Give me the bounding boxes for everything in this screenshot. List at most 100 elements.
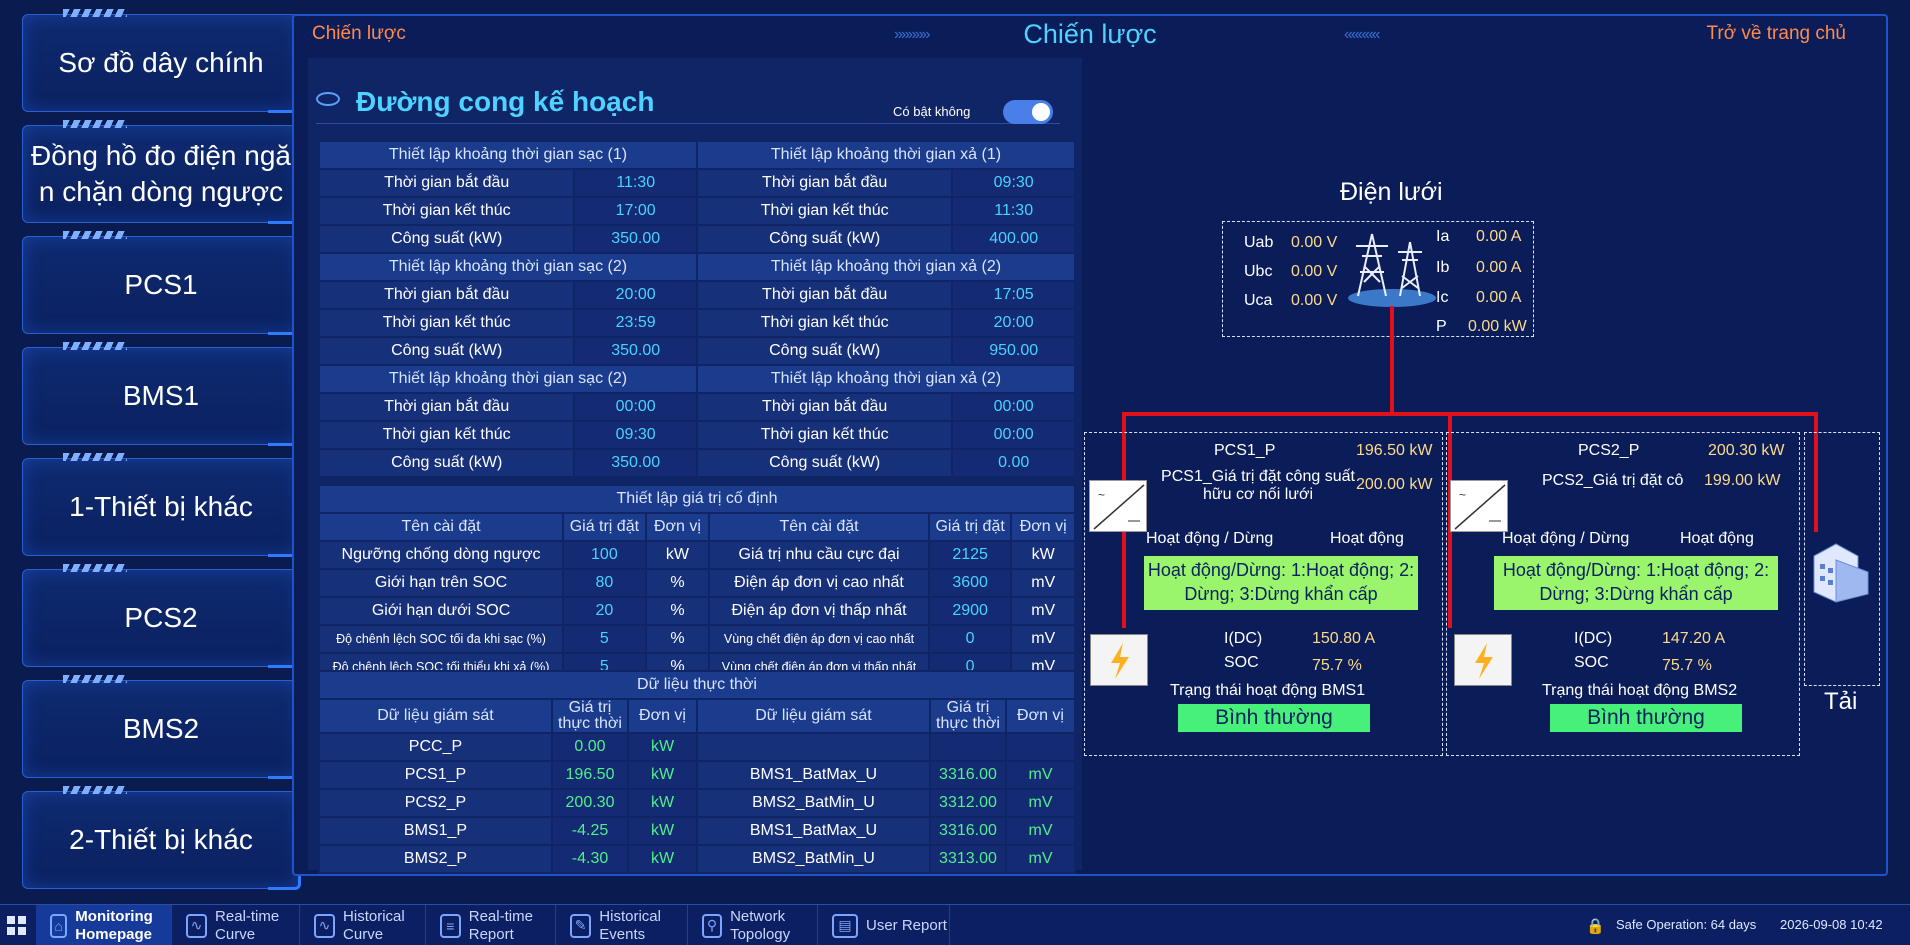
schedule-label: Công suất (kW) xyxy=(317,336,576,366)
schedule-label: Công suất (kW) xyxy=(695,336,954,366)
monitor-unit: kW xyxy=(627,844,698,874)
schedule-value-field[interactable]: 17:00 xyxy=(573,196,698,226)
schedule-value-field[interactable]: 23:59 xyxy=(573,308,698,338)
svg-text:~: ~ xyxy=(1459,488,1466,502)
schedule-value-field[interactable]: 11:30 xyxy=(573,168,698,198)
pcs2-p-label: PCS2_P xyxy=(1578,442,1640,459)
schedule-value-field[interactable]: 950.00 xyxy=(951,336,1076,366)
schedule-label: Thời gian kết thúc xyxy=(695,420,954,450)
setting-value-field[interactable]: 3600 xyxy=(927,568,1013,598)
nav-device1-other[interactable]: 1-Thiết bị khác xyxy=(22,453,301,557)
enable-toggle[interactable] xyxy=(1003,100,1053,124)
setting-name: Vùng chết điện áp đơn vị cao nhất xyxy=(708,624,930,654)
column-header: Giá trị thực thời xyxy=(928,698,1008,734)
schedule-value-field[interactable]: 0.00 xyxy=(951,448,1076,478)
pcs2-set-label: PCS2_Giá trị đặt cô xyxy=(1542,472,1684,489)
sidebar: Sơ đồ dây chính Đồng hồ đo điện ngă n ch… xyxy=(14,9,301,894)
toggle-knob xyxy=(1032,103,1050,121)
setting-value-field[interactable]: 80 xyxy=(562,568,647,598)
monitor-unit: mV xyxy=(1005,788,1076,818)
setting-value-field[interactable]: 100 xyxy=(562,540,647,570)
pcs2-run-value: Hoạt động xyxy=(1680,530,1754,547)
monitor-value: 196.50 xyxy=(550,760,630,790)
schedule-value-field[interactable]: 11:30 xyxy=(951,196,1076,226)
setting-unit: kW xyxy=(1010,540,1076,570)
tab-realtime-report[interactable]: ≡ Real-time Report xyxy=(426,905,556,945)
schedule-label: Công suất (kW) xyxy=(317,448,576,478)
schedule-block-header: Thiết lập khoảng thời gian sạc (1) Thiết … xyxy=(318,140,1077,170)
ubc-label: Ubc xyxy=(1244,263,1273,280)
lock-icon: 🔒 xyxy=(1586,918,1605,935)
monitor-value: 3316.00 xyxy=(928,760,1008,790)
fixed-settings-title: Thiết lập giá trị cố định xyxy=(318,484,1076,514)
monitor-name: BMS2_BatMin_U xyxy=(695,844,931,874)
setting-value-field[interactable]: 0 xyxy=(927,624,1013,654)
battery-icon xyxy=(1454,634,1512,686)
schedule-value-field[interactable]: 350.00 xyxy=(573,448,698,478)
monitor-unit: mV xyxy=(1005,816,1076,846)
ib-value: 0.00 A xyxy=(1476,259,1522,276)
setting-value-field[interactable]: 20 xyxy=(562,596,647,626)
setting-value-field[interactable]: 2125 xyxy=(927,540,1013,570)
realtime-row: BMS2_P -4.30 kW BMS2_BatMin_U 3313.00 mV xyxy=(318,844,1076,874)
tab-network-topology[interactable]: ⚲ Network Topology xyxy=(688,905,818,945)
setting-value-field[interactable]: 5 xyxy=(562,624,647,654)
schedule-value-field[interactable]: 350.00 xyxy=(573,224,698,254)
history-curve-icon: ∿ xyxy=(314,913,336,938)
nav-bms2[interactable]: BMS2 xyxy=(22,675,301,779)
realtime-row: PCC_P 0.00 kW xyxy=(318,732,1076,762)
setting-unit: % xyxy=(644,596,711,626)
schedule-value-field[interactable]: 350.00 xyxy=(573,336,698,366)
schedule-value-field[interactable]: 09:30 xyxy=(951,168,1076,198)
schedule-row: Công suất (kW) 350.00 Công suất (kW) 0.00 xyxy=(317,448,1076,478)
schedule-value-field[interactable]: 00:00 xyxy=(573,392,698,422)
user-report-icon: ▤ xyxy=(832,913,858,938)
monitor-name: BMS1_P xyxy=(318,816,553,846)
nav-pcs2[interactable]: PCS2 xyxy=(22,564,301,668)
schedule-value-field[interactable]: 20:00 xyxy=(951,308,1076,338)
tab-historical-curve[interactable]: ∿ Historical Curve xyxy=(300,905,426,945)
column-header: Giá trị đặt xyxy=(927,512,1013,542)
tab-historical-events[interactable]: ✎ Historical Events xyxy=(556,905,688,945)
nav-reverse-meter[interactable]: Đồng hồ đo điện ngă n chặn dòng ngược xyxy=(22,120,301,224)
uca-value: 0.00 V xyxy=(1291,292,1338,309)
nav-device2-other[interactable]: 2-Thiết bị khác xyxy=(22,786,301,890)
monitor-value: 3312.00 xyxy=(928,788,1008,818)
schedule-label: Thời gian bắt đầu xyxy=(695,392,954,422)
schedule-value-field[interactable]: 00:00 xyxy=(951,392,1076,422)
topology-diagram: Điện lưới Uab 0.00 V Ubc 0.00 V Uca 0.00… xyxy=(1084,56,1884,876)
column-header: Đơn vị xyxy=(1010,512,1076,542)
grid-menu-icon[interactable] xyxy=(6,915,28,937)
schedule-block-header: Thiết lập khoảng thời gian sạc (2) Thiết … xyxy=(318,252,1077,282)
schedule-value-field[interactable]: 400.00 xyxy=(951,224,1076,254)
setting-name: Điện áp đơn vị cao nhất xyxy=(708,568,930,598)
schedule-row: Công suất (kW) 350.00 Công suất (kW) 400.00 xyxy=(317,224,1076,254)
bms2-state-label: Trạng thái hoạt động BMS2 xyxy=(1542,682,1738,699)
tab-user-report[interactable]: ▤ User Report xyxy=(818,905,950,945)
toggle-label: Có bật không xyxy=(893,104,971,119)
nav-bms1[interactable]: BMS1 xyxy=(22,342,301,446)
tab-monitoring-homepage[interactable]: ⌂ Monitoring Homepage xyxy=(36,905,172,945)
discharge-period-title: Thiết lập khoảng thời gian xả (1) xyxy=(695,140,1077,170)
monitor-value: 200.30 xyxy=(550,788,630,818)
pcs1-set-label: PCS1_Giá trị đặt công suất hữu cơ nối lư… xyxy=(1161,468,1355,503)
schedule-value-field[interactable]: 00:00 xyxy=(951,420,1076,450)
schedule-label: Thời gian bắt đầu xyxy=(317,168,576,198)
datetime-text: 2026-09-08 10:42 xyxy=(1780,917,1883,932)
monitor-unit: kW xyxy=(627,760,698,790)
pcs1-i-value: 150.80 A xyxy=(1312,630,1376,647)
setting-unit: % xyxy=(644,568,711,598)
nav-main-wiring[interactable]: Sơ đồ dây chính xyxy=(22,9,301,113)
schedule-value-field[interactable]: 09:30 xyxy=(573,420,698,450)
schedule-value-field[interactable]: 20:00 xyxy=(573,280,698,310)
home-link[interactable]: Trở về trang chủ xyxy=(1706,23,1846,45)
schedule-row: Thời gian kết thúc 23:59 Thời gian kết thú… xyxy=(317,308,1076,338)
nav-pcs1[interactable]: PCS1 xyxy=(22,231,301,335)
monitor-value: -4.30 xyxy=(550,844,630,874)
tab-realtime-curve[interactable]: ∿ Real-time Curve xyxy=(172,905,300,945)
pcs2-soc-value: 75.7 % xyxy=(1662,657,1712,674)
schedule-value-field[interactable]: 17:05 xyxy=(951,280,1076,310)
setting-value-field[interactable]: 2900 xyxy=(927,596,1013,626)
pcs2-i-label: I(DC) xyxy=(1574,630,1613,647)
eye-icon xyxy=(316,92,340,106)
